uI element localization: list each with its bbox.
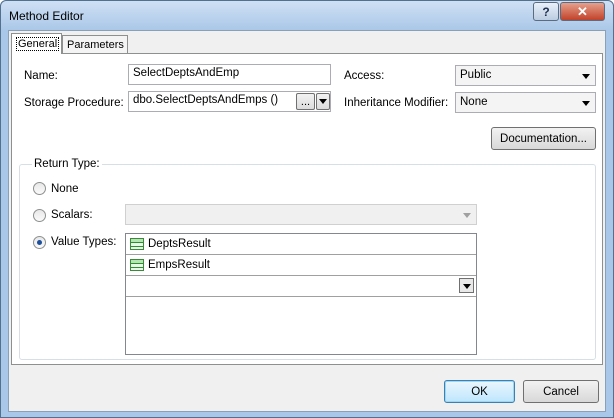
chevron-down-icon bbox=[582, 101, 590, 106]
return-scalars-radio[interactable] bbox=[33, 209, 46, 222]
access-label: Access: bbox=[344, 70, 385, 82]
return-type-label: Return Type: bbox=[32, 158, 102, 170]
title-bar[interactable]: Method Editor ? ✕ bbox=[1, 1, 613, 31]
inheritance-modifier-select[interactable]: None bbox=[455, 92, 596, 113]
table-icon bbox=[130, 259, 144, 271]
help-button[interactable]: ? bbox=[533, 2, 559, 21]
list-item[interactable]: EmpsResult bbox=[126, 255, 476, 276]
tab-parameters[interactable]: Parameters bbox=[62, 35, 128, 53]
scalars-select[interactable] bbox=[125, 204, 477, 225]
new-value-type-row[interactable] bbox=[126, 276, 476, 297]
cancel-button[interactable]: Cancel bbox=[523, 380, 599, 403]
close-button[interactable]: ✕ bbox=[560, 2, 605, 21]
list-item-label: DeptsResult bbox=[148, 238, 211, 250]
access-select[interactable]: Public bbox=[455, 65, 596, 86]
inheritance-modifier-value: None bbox=[460, 96, 488, 108]
close-icon: ✕ bbox=[577, 3, 588, 19]
return-value-types-radio[interactable] bbox=[33, 236, 46, 249]
chevron-down-icon bbox=[463, 213, 471, 218]
dialog-client-area: General Parameters Name: SelectDeptsAndE… bbox=[8, 30, 606, 412]
table-icon bbox=[130, 238, 144, 250]
new-value-type-dropdown-button[interactable] bbox=[459, 278, 474, 293]
name-label: Name: bbox=[24, 70, 58, 82]
storage-dropdown-button[interactable] bbox=[316, 93, 330, 110]
access-value: Public bbox=[460, 69, 492, 81]
tab-general-label: General bbox=[16, 37, 60, 51]
storage-procedure-label: Storage Procedure: bbox=[24, 97, 124, 109]
ok-button[interactable]: OK bbox=[444, 380, 515, 403]
tab-parameters-label: Parameters bbox=[67, 38, 124, 51]
chevron-down-icon bbox=[319, 99, 327, 104]
list-item[interactable]: DeptsResult bbox=[126, 234, 476, 255]
window-title: Method Editor bbox=[9, 9, 84, 23]
value-types-list[interactable]: DeptsResult EmpsResult bbox=[125, 233, 477, 355]
general-panel: Name: SelectDeptsAndEmp Access: Public S… bbox=[11, 53, 603, 365]
documentation-button[interactable]: Documentation... bbox=[491, 127, 596, 150]
storage-browse-button[interactable]: ... bbox=[296, 93, 315, 110]
return-none-radio[interactable] bbox=[33, 182, 46, 195]
inheritance-modifier-label: Inheritance Modifier: bbox=[344, 97, 449, 109]
ellipsis-icon: ... bbox=[300, 95, 311, 108]
return-none-label: None bbox=[51, 183, 79, 195]
help-icon: ? bbox=[542, 4, 550, 19]
tab-general[interactable]: General bbox=[11, 33, 62, 54]
chevron-down-icon bbox=[582, 74, 590, 79]
method-editor-window: Method Editor ? ✕ General Parameters Nam… bbox=[0, 0, 614, 418]
storage-procedure-value: dbo.SelectDeptsAndEmps () bbox=[133, 94, 279, 106]
name-field[interactable]: SelectDeptsAndEmp bbox=[128, 64, 331, 85]
list-item-label: EmpsResult bbox=[148, 259, 210, 271]
return-scalars-label: Scalars: bbox=[51, 209, 93, 221]
return-value-types-label: Value Types: bbox=[51, 236, 117, 248]
